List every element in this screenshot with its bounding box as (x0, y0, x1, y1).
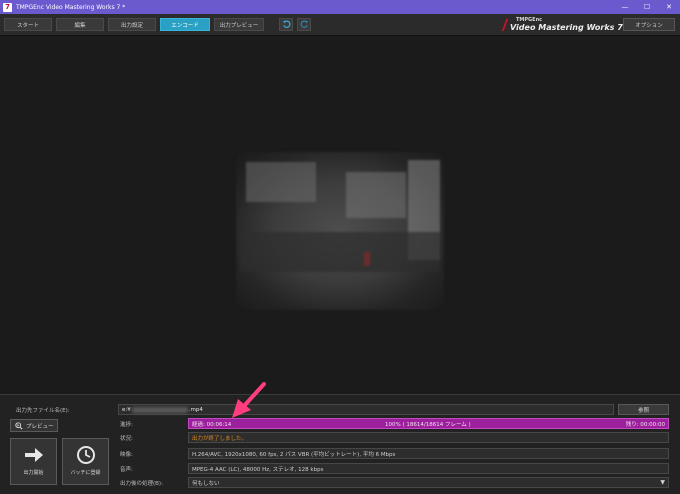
tab-encode[interactable]: エンコード (160, 18, 210, 31)
magnifier-play-icon (15, 421, 23, 430)
progress-elapsed: 経過: 00:06:14 (192, 421, 232, 428)
progress-percent: 100% ( 18614/18614 フレーム ) (385, 421, 471, 428)
title-bar: 7 TMPGEnc Video Mastering Works 7 * — ☐ … (0, 0, 680, 14)
encode-panel: 出力先ファイル名(E): e:¥ .mp4 参照 プレビュー 出力開始 バッチに… (0, 394, 680, 494)
blurred-video-frame (236, 152, 444, 310)
progress-bar: 経過: 00:06:14 100% ( 18614/18614 フレーム ) 残… (188, 418, 669, 429)
maximize-button[interactable]: ☐ (636, 0, 658, 14)
window-controls: — ☐ ✕ (614, 0, 680, 14)
video-info-value: H.264/AVC, 1920x1080, 60 fps, 2 パス VBR (… (192, 451, 396, 458)
minimize-button[interactable]: — (614, 0, 636, 14)
status-field: 出力が終了しました。 (188, 432, 669, 443)
frame-region-left (246, 162, 316, 202)
app-icon[interactable]: 7 (3, 2, 12, 12)
audio-info-value: MPEG-4 AAC (LC), 48000 Hz, ステレオ, 128 kbp… (192, 466, 324, 473)
tab-start[interactable]: スタート (4, 18, 52, 31)
progress-label: 進捗: (120, 422, 133, 428)
after-output-label: 出力後の処理(B): (120, 481, 163, 487)
app-icon-letter: 7 (5, 2, 10, 11)
video-label: 映像: (120, 452, 133, 458)
status-label: 状況: (120, 436, 133, 442)
after-output-select[interactable]: 何もしない ▼ (188, 477, 669, 488)
undo-icon (282, 20, 290, 28)
frame-region-figure (364, 252, 370, 266)
arrow-right-icon (24, 448, 43, 462)
filename-prefix: e:¥ (122, 406, 131, 413)
filename-suffix: .mp4 (188, 406, 203, 413)
tab-output-preview[interactable]: 出力プレビュー (214, 18, 264, 31)
undo-button[interactable] (279, 18, 293, 31)
video-info-field: H.264/AVC, 1920x1080, 60 fps, 2 パス VBR (… (188, 448, 669, 459)
brand-logo: TMPGEnc Video Mastering Works 7 (500, 16, 623, 34)
audio-label: 音声: (120, 467, 133, 473)
after-output-value: 何もしない (192, 480, 220, 487)
browse-button[interactable]: 参照 (618, 404, 669, 415)
status-value: 出力が終了しました。 (192, 435, 248, 442)
filename-label: 出力先ファイル名(E): (16, 408, 70, 414)
dropdown-arrow-icon: ▼ (660, 479, 665, 486)
redo-icon (300, 20, 308, 28)
brand-slash-icon (501, 19, 509, 31)
preview-button[interactable]: プレビュー (10, 419, 58, 432)
video-preview-area (0, 37, 680, 393)
preview-button-label: プレビュー (26, 423, 54, 430)
add-to-batch-button[interactable]: バッチに登録 (62, 438, 109, 485)
window-title: TMPGEnc Video Mastering Works 7 * (16, 3, 126, 11)
progress-remaining: 残り: 00:00:00 (625, 421, 665, 428)
audio-info-field: MPEG-4 AAC (LC), 48000 Hz, ステレオ, 128 kbp… (188, 463, 669, 474)
redo-button[interactable] (297, 18, 311, 31)
redacted-filename (131, 406, 188, 413)
output-filename-field[interactable]: e:¥ .mp4 (118, 404, 614, 415)
close-button[interactable]: ✕ (658, 0, 680, 14)
add-to-batch-label: バッチに登録 (70, 470, 101, 476)
brand-name-text: Video Mastering Works 7 (510, 23, 623, 32)
clock-icon (76, 446, 95, 464)
frame-region-center (346, 172, 406, 218)
toolbar: スタート 編集 出力設定 エンコード 出力プレビュー TMPGEnc Video… (0, 14, 680, 36)
tab-edit[interactable]: 編集 (56, 18, 104, 31)
tab-output-settings[interactable]: 出力設定 (108, 18, 156, 31)
frame-region-bottom (240, 232, 440, 272)
start-output-button[interactable]: 出力開始 (10, 438, 57, 485)
start-output-label: 出力開始 (23, 470, 44, 476)
options-button[interactable]: オプション (623, 18, 675, 31)
